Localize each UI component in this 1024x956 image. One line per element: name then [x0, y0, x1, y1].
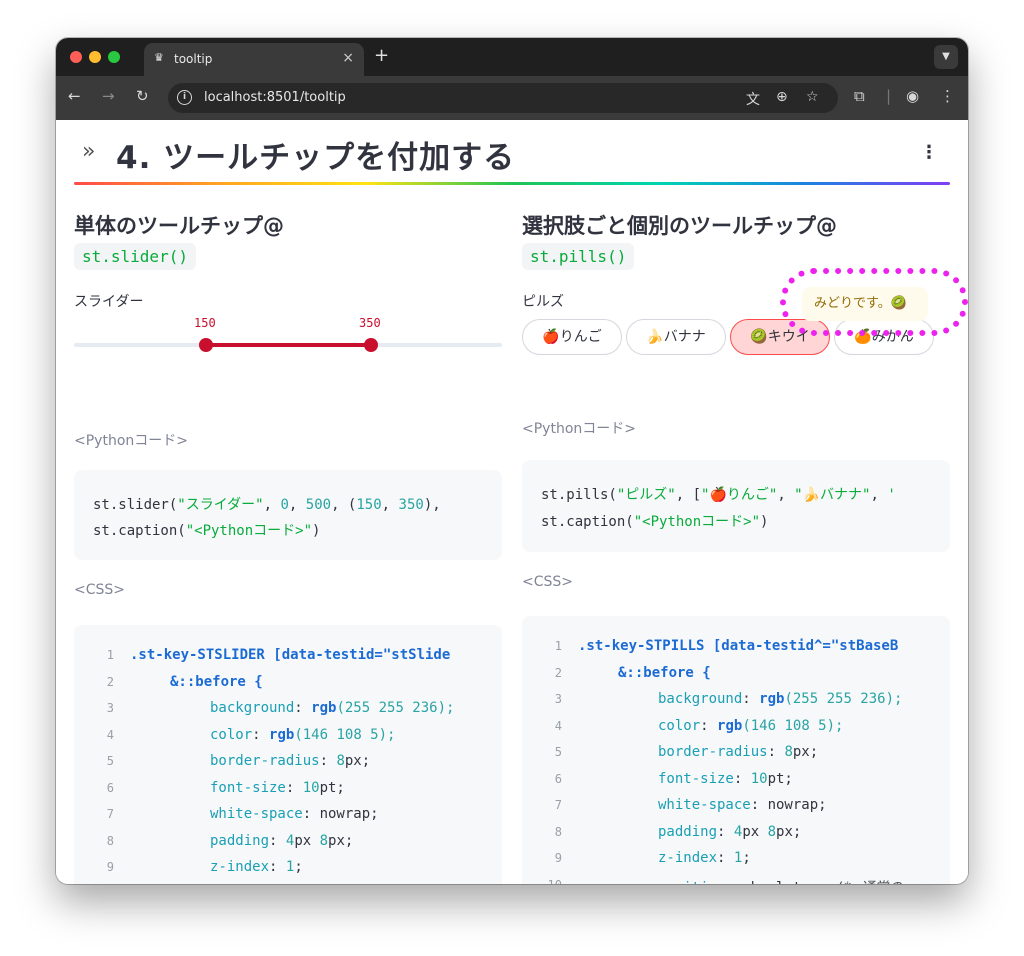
right-python-line-1: st.pills("ピルズ", ["🍎りんご", "🍌バナナ", '	[541, 487, 896, 503]
browser-tab[interactable]: ♛ tooltip ×	[144, 43, 364, 76]
css-code-line: &::before {	[618, 664, 711, 681]
slider-low-thumb[interactable]	[199, 338, 213, 352]
slider-label: スライダー	[74, 294, 144, 310]
pill-apple[interactable]: 🍎りんご	[522, 319, 622, 355]
css-code-line: font-size: 10pt;	[210, 779, 345, 796]
back-arrow-icon[interactable]: ←	[68, 87, 81, 105]
pill-banana[interactable]: 🍌バナナ	[626, 319, 726, 355]
css-line-number: 8	[106, 833, 114, 848]
css-line-number: 5	[554, 745, 562, 759]
url-text[interactable]: localhost:8501/tooltip	[204, 90, 346, 105]
css-code-line: padding: 4px 8px;	[210, 832, 354, 849]
css-line-number: 7	[554, 798, 562, 812]
tab-title: tooltip	[174, 52, 213, 66]
css-line-number: 9	[554, 851, 562, 865]
css-code-line: font-size: 10pt;	[658, 770, 793, 787]
css-code-line: white-space: nowrap;	[658, 797, 827, 813]
css-line-number: 5	[106, 754, 114, 768]
css-line-number: 1	[554, 639, 562, 653]
page-title: 4. ツールチップを付加する	[116, 140, 516, 176]
css-code-line: .st-key-STSLIDER [data-testid="stSlide	[130, 647, 451, 663]
zoom-icon[interactable]: ⊕	[776, 89, 788, 105]
css-line-number: 2	[554, 665, 562, 680]
left-css-code-block: 1 .st-key-STSLIDER [data-testid="stSlide 2…	[74, 625, 502, 884]
sidebar-expand-icon[interactable]: »	[82, 139, 95, 164]
css-code-line: z-index: 1;	[210, 859, 303, 875]
translate-icon[interactable]: 文	[746, 89, 760, 109]
tab-search-chevron-icon[interactable]: ▼	[934, 45, 958, 69]
toolbar-divider: |	[886, 87, 892, 105]
css-line-number: 6	[106, 780, 114, 795]
slider-low-value: 150	[194, 316, 216, 330]
slider-high-thumb[interactable]	[364, 338, 378, 352]
css-code-line: border-radius: 8px;	[210, 753, 371, 769]
css-code-line: .st-key-STPILLS [data-testid^="stBaseB	[578, 638, 899, 654]
css-code-line: background: rgb(255 255 236);	[658, 691, 903, 707]
forward-arrow-icon[interactable]: →	[102, 87, 115, 105]
left-python-caption: <Pythonコード>	[74, 433, 188, 449]
browser-menu-icon[interactable]: ⋮	[940, 87, 955, 105]
css-code-line: color: rgb(146 108 5);	[658, 717, 844, 734]
css-code-line: white-space: nowrap;	[210, 806, 379, 822]
reload-icon[interactable]: ↻	[136, 87, 149, 105]
left-python-line-2: st.caption("<Pythonコード>")	[93, 523, 321, 539]
css-line-number: 3	[106, 701, 114, 715]
tab-bar: ♛ tooltip × + ▼	[56, 38, 968, 76]
browser-window: ♛ tooltip × + ▼ ← → ↻ i localhost:8501/t…	[56, 38, 968, 884]
profile-icon[interactable]: ◉	[906, 87, 919, 105]
css-line-number: 6	[554, 771, 562, 786]
extensions-puzzle-icon[interactable]: ⧉	[854, 87, 865, 105]
css-line-number: 8	[554, 824, 562, 839]
close-window-button[interactable]	[70, 51, 82, 63]
css-line-number: 7	[106, 807, 114, 821]
right-css-caption: <CSS>	[522, 574, 574, 590]
slider-section-title: 単体のツールチップ@	[74, 214, 284, 238]
tooltip-highlight-ring	[780, 268, 968, 336]
css-line-number: 4	[554, 718, 562, 733]
css-code-line: background: rgb(255 255 236);	[210, 700, 455, 716]
address-bar[interactable]: i localhost:8501/tooltip 文 ⊕ ☆	[168, 83, 838, 113]
css-code-line: padding: 4px 8px;	[658, 823, 802, 840]
streamlit-page: » 4. ツールチップを付加する ⋮ 単体のツールチップ@ st.slider(…	[56, 120, 968, 884]
css-line-number: 3	[554, 692, 562, 706]
pills-section-title: 選択肢ごと個別のツールチップ@	[522, 214, 837, 238]
pills-label: ピルズ	[522, 294, 564, 310]
header-rainbow-divider	[74, 182, 950, 185]
site-info-icon[interactable]: i	[177, 90, 192, 105]
right-python-line-2: st.caption("<Pythonコード>")	[541, 514, 769, 530]
right-python-caption: <Pythonコード>	[522, 421, 636, 437]
streamlit-crown-icon: ♛	[154, 51, 164, 64]
left-css-caption: <CSS>	[74, 582, 126, 598]
css-line-number: 10	[538, 878, 562, 885]
css-code-line: &::before {	[170, 673, 263, 690]
css-line-number: 1	[106, 648, 114, 662]
slider-high-value: 350	[359, 316, 381, 330]
css-code-line: border-radius: 8px;	[658, 744, 819, 760]
bookmark-star-icon[interactable]: ☆	[806, 89, 819, 105]
css-code-line: color: rgb(146 108 5);	[210, 726, 396, 743]
left-python-line-1: st.slider("スライダー", 0, 500, (150, 350),	[93, 497, 441, 513]
css-line-number: 9	[106, 860, 114, 874]
app-menu-icon[interactable]: ⋮	[920, 142, 938, 163]
zoom-window-button[interactable]	[108, 51, 120, 63]
new-tab-button[interactable]: +	[374, 45, 389, 66]
slider-code-tag: st.slider()	[74, 243, 196, 270]
css-line-number: 4	[106, 727, 114, 742]
tab-close-icon[interactable]: ×	[342, 50, 354, 66]
minimize-window-button[interactable]	[89, 51, 101, 63]
right-python-code-block: st.pills("ピルズ", ["🍎りんご", "🍌バナナ", ' st.ca…	[522, 460, 950, 552]
browser-toolbar: ← → ↻ i localhost:8501/tooltip 文 ⊕ ☆ ⧉ |…	[56, 76, 968, 120]
css-line-number: 2	[106, 674, 114, 689]
css-code-line: position: absolute; /* 通常の	[658, 877, 902, 885]
right-css-code-block: 1 .st-key-STPILLS [data-testid^="stBaseB 2…	[522, 616, 950, 884]
slider-range-fill	[206, 343, 371, 347]
css-code-line: z-index: 1;	[658, 850, 751, 866]
pills-code-tag: st.pills()	[522, 243, 635, 270]
left-python-code-block: st.slider("スライダー", 0, 500, (150, 350), s…	[74, 470, 502, 560]
